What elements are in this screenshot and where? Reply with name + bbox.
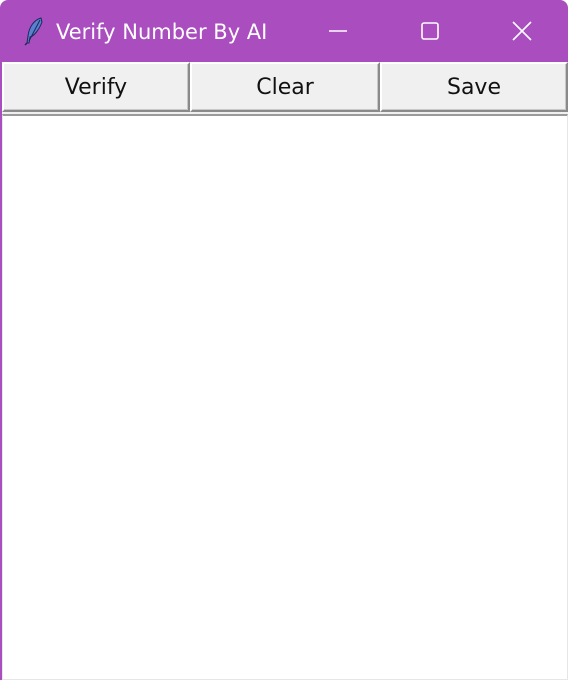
- feather-icon: [24, 17, 43, 46]
- title-bar[interactable]: Verify Number By AI: [0, 0, 568, 62]
- minimize-icon: [329, 30, 347, 32]
- text-editor[interactable]: [2, 114, 568, 680]
- window-title: Verify Number By AI: [56, 20, 268, 44]
- clear-button[interactable]: Clear: [190, 62, 380, 112]
- maximize-icon: [421, 22, 439, 40]
- button-toolbar: Verify Clear Save: [2, 62, 568, 114]
- save-button[interactable]: Save: [380, 62, 568, 112]
- minimize-button[interactable]: [292, 0, 384, 62]
- client-area: Verify Clear Save: [2, 62, 568, 680]
- maximize-button[interactable]: [384, 0, 476, 62]
- verify-button[interactable]: Verify: [2, 62, 190, 112]
- app-window: Verify Number By AI Verify Clear Save: [0, 0, 568, 680]
- close-icon: [512, 21, 532, 41]
- close-button[interactable]: [476, 0, 568, 62]
